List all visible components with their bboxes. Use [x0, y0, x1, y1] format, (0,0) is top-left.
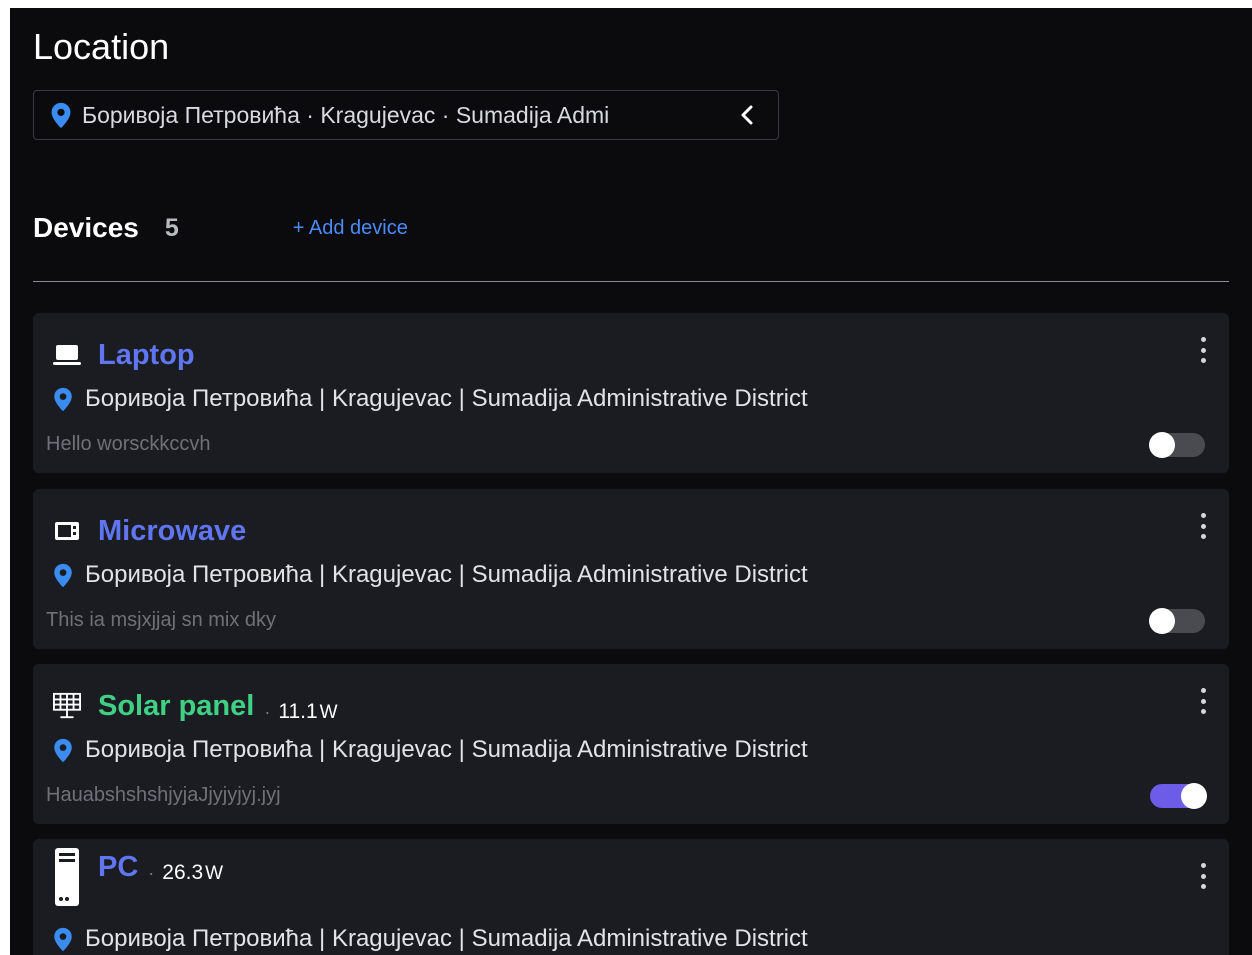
microwave-icon: [53, 517, 81, 545]
add-device-button[interactable]: + Add device: [293, 217, 408, 240]
device-toggle[interactable]: [1149, 432, 1205, 458]
more-options-icon[interactable]: [1191, 335, 1215, 365]
power-unit: W: [319, 702, 338, 723]
device-location: Боривоја Петровића | Kragujevac | Sumadi…: [53, 385, 808, 413]
solar-panel-icon: [53, 692, 81, 720]
app-window: Location Боривоја Петровића · Kragujevac…: [10, 8, 1252, 955]
power-reading: 11.1 W: [278, 700, 337, 724]
pc-icon: [53, 847, 81, 907]
power-reading: 26.3 W: [162, 861, 223, 885]
location-select-value: Боривоја Петровића · Kragujevac · Sumadi…: [82, 101, 610, 128]
device-address: Боривоја Петровића | Kragujevac | Sumadi…: [85, 925, 808, 952]
device-card-header: PC · 26.3 W: [53, 848, 223, 906]
power-value: 11.1: [278, 700, 318, 723]
page-title: Location: [33, 26, 170, 67]
device-location: Боривоја Петровића | Kragujevac | Sumadi…: [53, 736, 808, 764]
device-address: Боривоја Петровића | Kragujevac | Sumadi…: [85, 736, 808, 763]
device-card-header: Microwave: [53, 511, 246, 551]
device-name[interactable]: PC: [98, 851, 138, 884]
separator-dot: ·: [264, 701, 271, 722]
location-pin-icon: [51, 102, 71, 128]
devices-title: Devices: [33, 212, 139, 243]
toggle-knob: [1149, 608, 1175, 634]
location-pin-icon: [54, 563, 72, 587]
device-address: Боривоја Петровића | Kragujevac | Sumadi…: [85, 385, 808, 412]
location-pin-icon: [54, 387, 72, 411]
device-description: Hello worsckkccvh: [46, 433, 211, 455]
device-toggle[interactable]: [1149, 608, 1205, 634]
device-card[interactable]: Solar panel · 11.1 W Боривоја Петровића |…: [33, 664, 1229, 824]
toggle-knob: [1149, 432, 1175, 458]
device-card[interactable]: Microwave Боривоја Петровића | Kragujeva…: [33, 489, 1229, 649]
laptop-icon: [53, 341, 81, 369]
device-card[interactable]: Laptop Боривоја Петровића | Kragujevac |…: [33, 313, 1229, 473]
device-card-header: Solar panel · 11.1 W: [53, 686, 338, 726]
device-description: HauabshshshjyjaJjyjyjyj.jyj: [46, 784, 281, 806]
device-location: Боривоја Петровића | Kragujevac | Sumadi…: [53, 925, 808, 953]
more-options-icon[interactable]: [1191, 686, 1215, 716]
device-card-header: Laptop: [53, 335, 195, 375]
device-description: This ia msjxjjaj sn mix dky: [46, 609, 277, 631]
device-name[interactable]: Laptop: [98, 339, 195, 372]
power-value: 26.3: [162, 861, 204, 884]
divider: [33, 281, 1229, 282]
device-name[interactable]: Solar panel: [98, 690, 254, 723]
chevron-left-icon[interactable]: [732, 100, 762, 130]
device-card[interactable]: PC · 26.3 W Боривоја Петровића | Kragujev…: [33, 839, 1229, 955]
device-location: Боривоја Петровића | Kragujevac | Sumadi…: [53, 561, 808, 589]
more-options-icon[interactable]: [1191, 511, 1215, 541]
device-name[interactable]: Microwave: [98, 515, 246, 548]
devices-header: Devices 5 + Add device: [33, 208, 408, 248]
devices-count: 5: [164, 213, 179, 242]
location-pin-icon: [54, 738, 72, 762]
device-toggle[interactable]: [1150, 783, 1207, 809]
location-select[interactable]: Боривоја Петровића · Kragujevac · Sumadi…: [33, 90, 779, 140]
more-options-icon[interactable]: [1191, 861, 1215, 891]
toggle-knob: [1181, 783, 1207, 809]
device-address: Боривоја Петровића | Kragujevac | Sumadi…: [85, 561, 808, 588]
location-pin-icon: [54, 927, 72, 951]
power-unit: W: [205, 863, 224, 884]
separator-dot: ·: [148, 862, 155, 883]
